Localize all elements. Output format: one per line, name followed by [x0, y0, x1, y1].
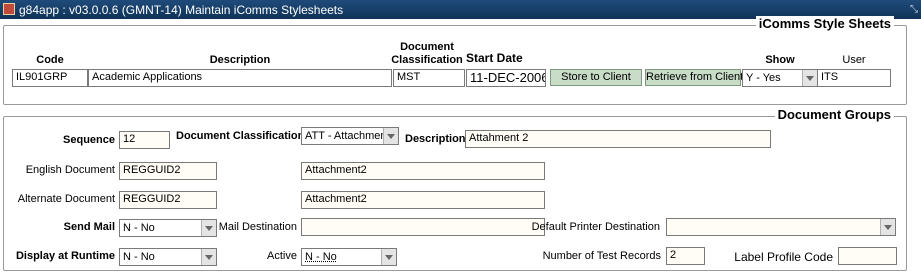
- description-field[interactable]: Academic Applications: [88, 69, 392, 87]
- active-label: Active: [267, 250, 297, 262]
- active-select[interactable]: N - No: [301, 248, 397, 266]
- test-records-label: Number of Test Records: [542, 250, 661, 262]
- start-date-header: Start Date: [466, 51, 523, 65]
- form-canvas: iComms Style Sheets Code Description Doc…: [0, 16, 921, 275]
- label-profile-field[interactable]: [838, 247, 897, 265]
- show-select[interactable]: Y - Yes: [742, 69, 818, 87]
- doc-class-label: Document Classification: [176, 130, 305, 142]
- show-select-value: Y - Yes: [746, 72, 781, 84]
- document-groups-section-title: Document Groups: [774, 107, 894, 122]
- doc-class-field[interactable]: MST: [393, 69, 465, 87]
- code-header: Code: [36, 54, 64, 66]
- doc-class-select-value: ATT - Attachment: [305, 130, 390, 142]
- send-mail-select-value: N - No: [123, 222, 155, 234]
- user-field[interactable]: ITS: [817, 69, 891, 87]
- chevron-down-icon[interactable]: [381, 249, 396, 265]
- stylesheets-section-title: iComms Style Sheets: [755, 16, 894, 31]
- display-runtime-label: Display at Runtime: [15, 250, 115, 262]
- doc-class-header-line1: Document: [400, 41, 454, 53]
- resize-icon[interactable]: ⤡: [910, 4, 918, 15]
- mail-destination-field[interactable]: [301, 218, 545, 236]
- send-mail-select[interactable]: N - No: [119, 219, 217, 237]
- user-header: User: [842, 54, 866, 66]
- start-date-field[interactable]: 11-DEC-2006: [466, 69, 546, 87]
- doc-class-select[interactable]: ATT - Attachment: [301, 127, 399, 145]
- chevron-down-icon[interactable]: [383, 128, 398, 144]
- send-mail-label: Send Mail: [63, 221, 115, 233]
- description-header: Description: [209, 54, 271, 66]
- retrieve-from-client-button[interactable]: Retrieve from Client: [645, 69, 743, 86]
- sequence-label: Sequence: [63, 134, 115, 146]
- display-runtime-select[interactable]: N - No: [119, 248, 217, 266]
- english-document-field[interactable]: REGGUID2: [119, 162, 217, 180]
- document-groups-group: Document Groups Sequence 12 Document Cla…: [3, 107, 907, 271]
- window-title: g84app : v03.0.0.6 (GMNT-14) Maintain iC…: [19, 3, 344, 17]
- chevron-down-icon[interactable]: [802, 70, 817, 86]
- code-field[interactable]: IL901GRP: [12, 69, 88, 87]
- chevron-down-icon[interactable]: [880, 219, 895, 235]
- alternate-description-field[interactable]: Attachment2: [301, 191, 545, 209]
- group-description-field[interactable]: Attahment 2: [465, 130, 771, 148]
- doc-class-header-line2: Classification: [391, 54, 463, 66]
- default-printer-select[interactable]: [666, 218, 896, 236]
- mail-destination-label: Mail Destination: [218, 221, 297, 233]
- chevron-down-icon[interactable]: [201, 249, 216, 265]
- alternate-document-label: Alternate Document: [17, 193, 115, 205]
- english-description-field[interactable]: Attachment2: [301, 162, 545, 180]
- store-to-client-button[interactable]: Store to Client: [550, 69, 642, 86]
- sequence-field[interactable]: 12: [119, 131, 170, 149]
- english-document-label: English Document: [25, 164, 115, 176]
- app-icon: [3, 3, 15, 15]
- chevron-down-icon[interactable]: [201, 220, 216, 236]
- label-profile-label: Label Profile Code: [734, 250, 833, 264]
- group-description-label: Description: [405, 133, 466, 145]
- stylesheets-group: iComms Style Sheets Code Description Doc…: [3, 16, 907, 105]
- show-header: Show: [765, 54, 795, 66]
- default-printer-label: Default Printer Destination: [531, 221, 660, 233]
- alternate-document-field[interactable]: REGGUID2: [119, 191, 217, 209]
- display-runtime-select-value: N - No: [123, 251, 155, 263]
- test-records-field[interactable]: 2: [666, 247, 705, 265]
- active-select-value: N - No: [305, 251, 337, 263]
